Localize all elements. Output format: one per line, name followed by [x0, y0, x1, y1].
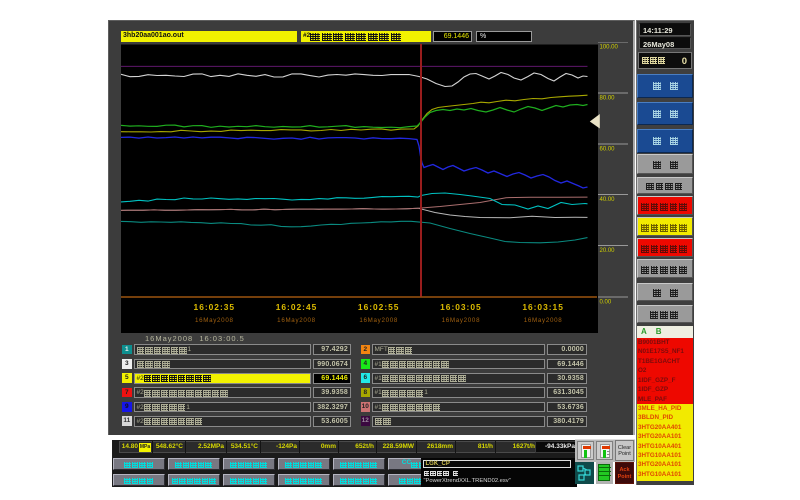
- svg-text:16:02:35: 16:02:35: [194, 302, 236, 312]
- svg-text:16May2008: 16May2008: [524, 317, 563, 324]
- svg-text:16:03:05: 16:03:05: [440, 302, 482, 312]
- svg-text:16May2008: 16May2008: [442, 317, 481, 324]
- svg-text:16:03:15: 16:03:15: [522, 302, 564, 312]
- svg-text:16May2008: 16May2008: [277, 317, 316, 324]
- svg-text:16May2008: 16May2008: [195, 317, 234, 324]
- svg-text:100.00: 100.00: [600, 45, 619, 51]
- svg-text:16May2008: 16May2008: [359, 317, 398, 324]
- svg-text:16:02:45: 16:02:45: [276, 302, 318, 312]
- svg-text:80.00: 80.00: [600, 96, 616, 102]
- svg-text:20.00: 20.00: [600, 248, 616, 254]
- svg-text:60.00: 60.00: [600, 147, 616, 153]
- svg-text:16:02:55: 16:02:55: [358, 302, 400, 312]
- svg-text:0.00: 0.00: [600, 300, 612, 306]
- svg-text:40.00: 40.00: [600, 197, 616, 203]
